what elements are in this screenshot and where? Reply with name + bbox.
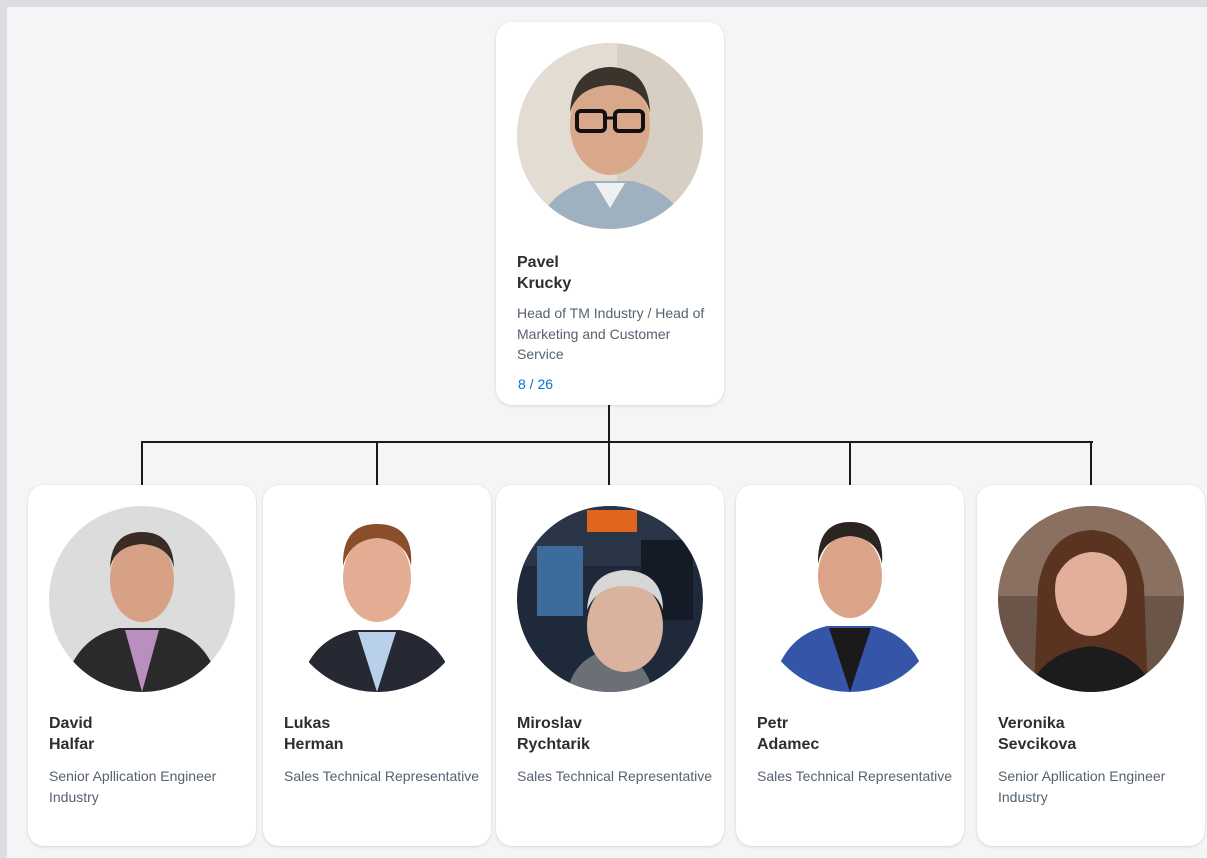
job-title: Head of TM Industry / Head of Marketing … (517, 305, 705, 362)
connector-to-veronika (1090, 441, 1092, 485)
avatar (757, 506, 943, 692)
connector-manager-down (608, 405, 610, 443)
employee-name: Petr Adamec (757, 713, 819, 755)
first-name: David (49, 715, 93, 732)
avatar (284, 506, 470, 692)
avatar (517, 506, 703, 692)
connector-to-miroslav (608, 441, 610, 485)
employee-card-petr-adamec[interactable]: Petr Adamec Sales Technical Representati… (736, 485, 964, 846)
connector-to-lukas (376, 441, 378, 485)
employee-name: Veronika Sevcikova (998, 713, 1076, 755)
last-name: Rychtarik (517, 736, 590, 753)
first-name: Veronika (998, 715, 1065, 732)
avatar (998, 506, 1184, 692)
direct-reports-count-link[interactable]: 8 / 26 (518, 376, 553, 392)
employee-name: Lukas Herman (284, 713, 344, 755)
job-title: Sales Technical Representative (757, 768, 953, 784)
first-name: Miroslav (517, 715, 582, 732)
last-name: Adamec (757, 736, 820, 753)
employee-name: David Halfar (49, 713, 94, 755)
last-name: Krucky (517, 275, 572, 292)
connector-horizontal (141, 441, 1093, 443)
job-title: Sales Technical Representative (517, 768, 713, 784)
connector-to-petr (849, 441, 851, 485)
avatar (517, 43, 703, 229)
employee-card-veronika-sevcikova[interactable]: Veronika Sevcikova Senior Apllication En… (977, 485, 1205, 846)
first-name: Lukas (284, 715, 331, 732)
job-title: Senior Apllication Engineer Industry (49, 768, 217, 805)
last-name: Halfar (49, 736, 95, 753)
employee-name: Pavel Krucky (517, 252, 571, 294)
last-name: Herman (284, 736, 344, 753)
job-title: Senior Apllication Engineer Industry (998, 768, 1166, 805)
org-chart-canvas: Pavel Krucky Head of TM Industry / Head … (7, 7, 1207, 858)
employee-card-david-halfar[interactable]: David Halfar Senior Apllication Engineer… (28, 485, 256, 846)
employee-name: Miroslav Rychtarik (517, 713, 590, 755)
first-name: Petr (757, 715, 789, 732)
employee-card-manager[interactable]: Pavel Krucky Head of TM Industry / Head … (496, 22, 724, 405)
avatar (49, 506, 235, 692)
job-title: Sales Technical Representative (284, 768, 480, 784)
first-name: Pavel (517, 254, 559, 271)
connector-to-david (141, 441, 143, 485)
last-name: Sevcikova (998, 736, 1077, 753)
employee-card-miroslav-rychtarik[interactable]: Miroslav Rychtarik Sales Technical Repre… (496, 485, 724, 846)
employee-card-lukas-herman[interactable]: Lukas Herman Sales Technical Representat… (263, 485, 491, 846)
